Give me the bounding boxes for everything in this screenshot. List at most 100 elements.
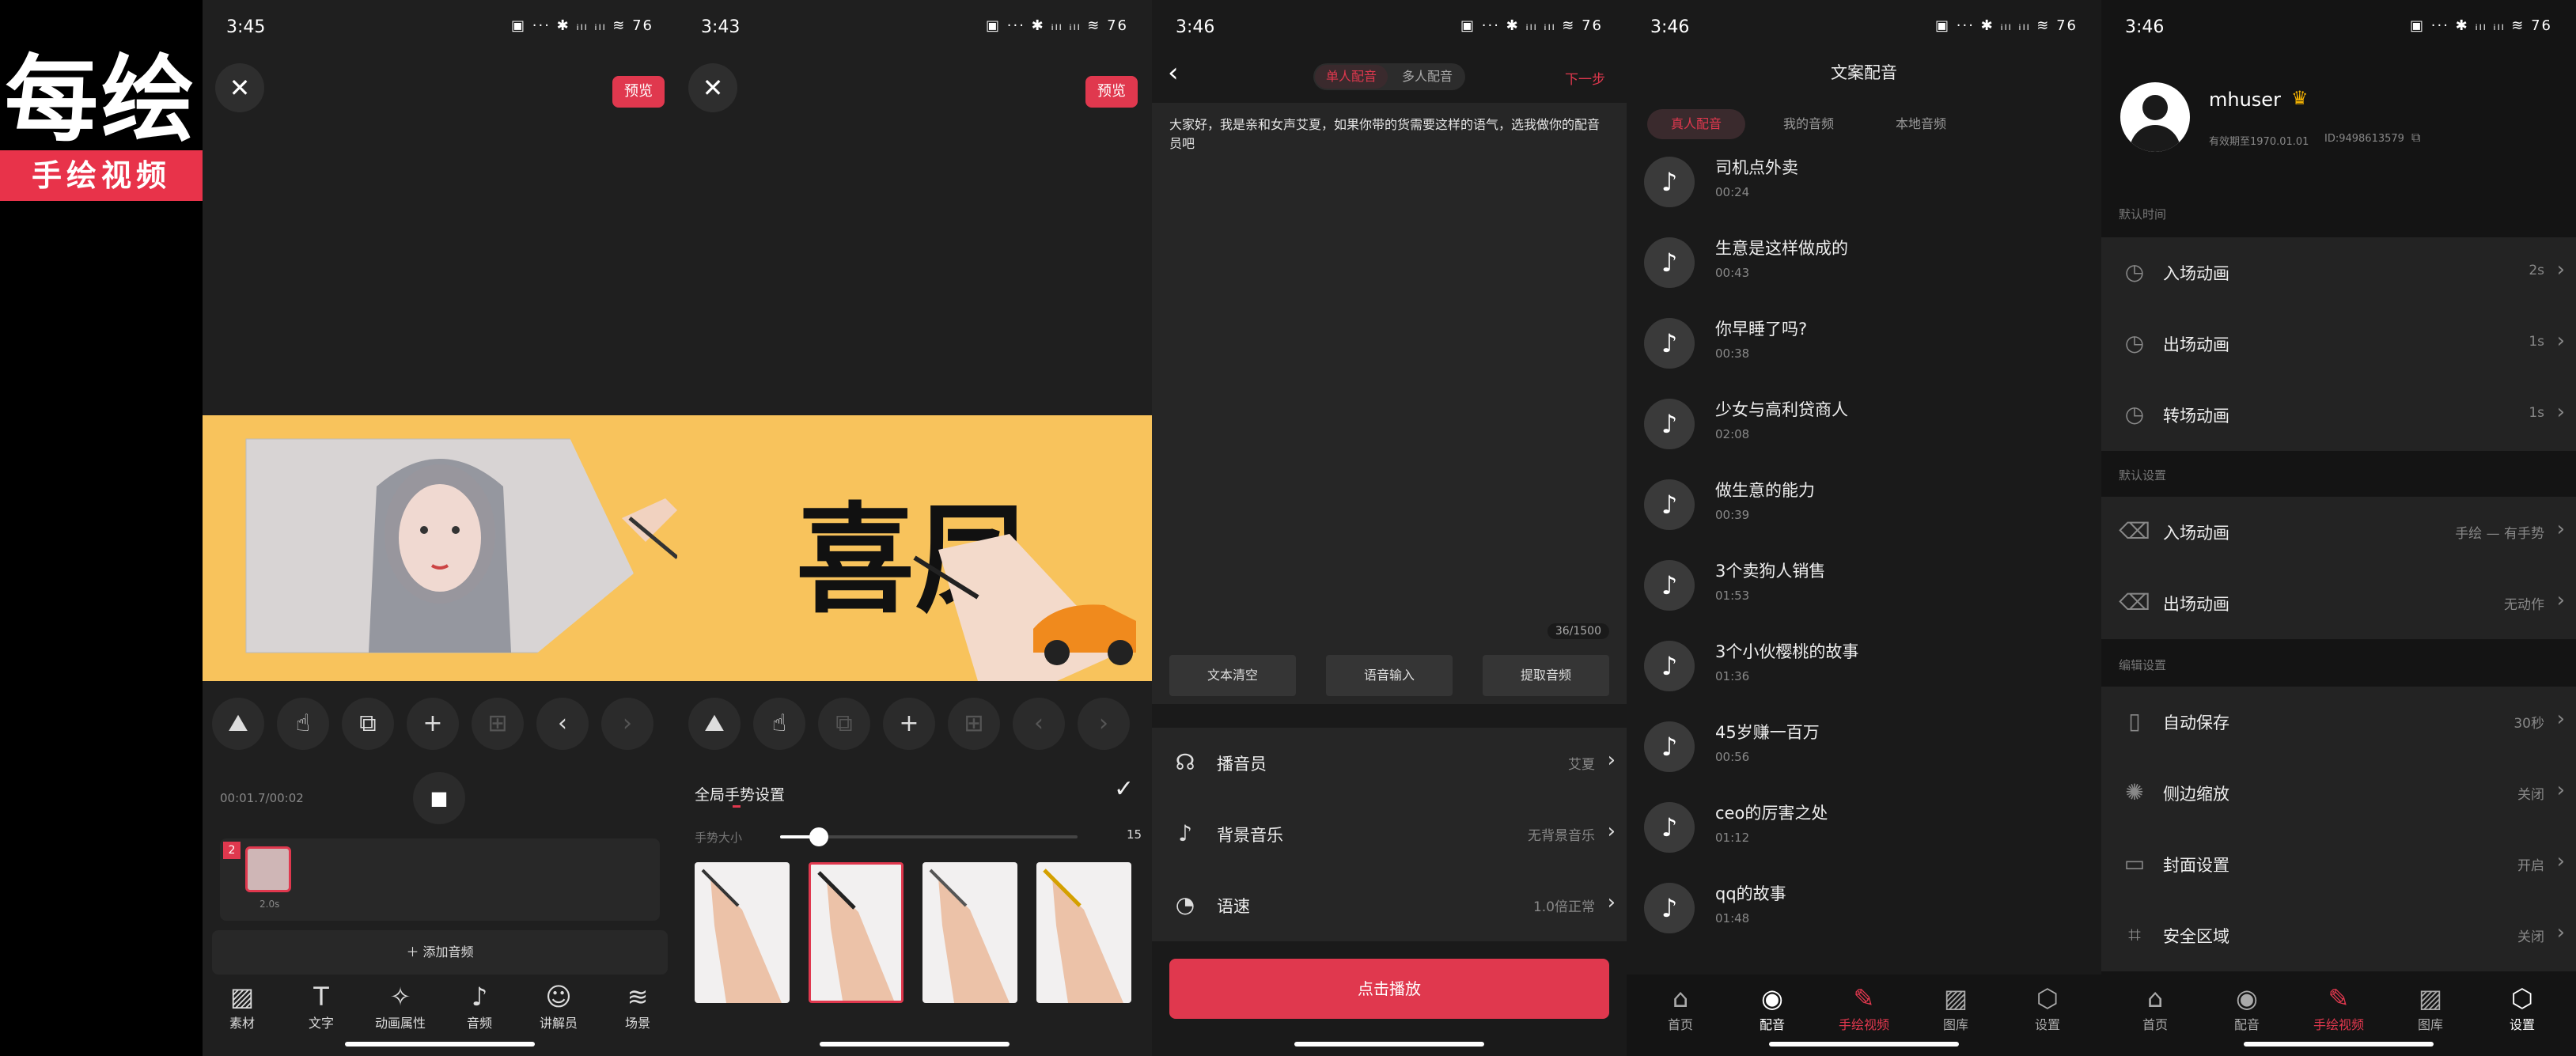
nav-home[interactable]: ⌂ 首页 [1635,982,1726,1033]
gesture-option-1[interactable] [695,862,790,1003]
nav-gallery[interactable]: ▨ 图库 [1910,982,2002,1033]
setting-row[interactable]: ▭ 封面设置 开启 › [2101,829,2576,900]
script-editor[interactable]: 大家好，我是亲和女声艾夏，如果你带的货需要这样的语气，选我做你的配音员吧 36/… [1152,103,1627,704]
extract-audio-button[interactable]: 提取音频 [1483,655,1609,696]
preview-button[interactable]: 预览 [1085,76,1138,108]
tab-narrator[interactable]: ☺ 讲解员 [519,981,598,1031]
setting-row[interactable]: ▯ 自动保存 30秒 › [2101,687,2576,758]
gesture-option-4[interactable] [1036,862,1131,1003]
crown-icon: ♛ [2291,87,2309,109]
nav-label: 手绘视频 [2313,1017,2364,1032]
nav-hand-drawn[interactable]: ✎ 手绘视频 [1818,982,1910,1033]
gesture-option-2-selected[interactable] [809,862,903,1003]
duplicate-icon[interactable]: ⊞ [472,698,524,750]
nav-dubbing[interactable]: ◉ 配音 [1726,982,1818,1033]
setting-row[interactable]: ◷ 转场动画 1s › [2101,380,2576,451]
item-duration: 01:48 [1715,911,1750,925]
next-button[interactable]: 下一步 [1565,68,1605,88]
setting-row[interactable]: ◷ 入场动画 2s › [2101,237,2576,308]
tab-animation[interactable]: ✧ 动画属性 [361,981,440,1031]
music-note-icon: ♪ [1644,479,1695,530]
char-count: 36/1500 [1547,623,1609,639]
setting-row[interactable]: ◷ 出场动画 1s › [2101,308,2576,380]
add-icon[interactable]: + [883,698,935,750]
confirm-icon[interactable]: ✓ [1114,775,1134,803]
nav-gallery[interactable]: ▨ 图库 [2385,982,2476,1033]
hand-icon [701,869,782,1003]
hand-icon[interactable]: ☝ [753,698,805,750]
setting-row[interactable]: ✺ 侧边缩放 关闭 › [2101,758,2576,829]
setting-label: 自动保存 [2163,713,2229,732]
tab-local-audio[interactable]: 本地音频 [1872,109,1970,139]
tab-my-audio[interactable]: 我的音频 [1760,109,1858,139]
redo-icon[interactable]: › [1078,698,1130,750]
tab-multi[interactable]: 多人配音 [1391,65,1464,89]
stop-icon[interactable]: ■ [413,772,465,824]
undo-icon[interactable]: ‹ [1013,698,1065,750]
setting-value: 艾夏 [1568,757,1595,773]
list-item[interactable]: ♪ 你早睡了吗? 00:38 [1644,308,2087,380]
setting-row[interactable]: ⌫ 入场动画 手绘 — 有手势 › [2101,497,2576,568]
nav-dubbing[interactable]: ◉ 配音 [2201,982,2293,1033]
undo-icon[interactable]: ‹ [536,698,589,750]
hand-icon[interactable]: ☝ [277,698,329,750]
play-button[interactable]: 点击播放 [1169,959,1609,1019]
setting-speed[interactable]: ◔ 语速 1.0倍正常 › [1152,870,1627,941]
tab-text[interactable]: T 文字 [282,981,361,1031]
list-item[interactable]: ♪ 少女与高利贷商人 02:08 [1644,389,2087,460]
headphones-icon: ☊ [1175,749,1195,775]
slider-handle[interactable] [809,827,828,846]
list-item[interactable]: ♪ ceo的厉害之处 01:12 [1644,793,2087,864]
redo-icon[interactable]: › [601,698,653,750]
tab-single[interactable]: 单人配音 [1315,65,1388,89]
tab-material[interactable]: ▨ 素材 [203,981,282,1031]
tab-label: 讲解员 [539,1016,578,1031]
duplicate-icon[interactable]: ⊞ [948,698,1000,750]
setting-value: 2s [2529,263,2544,278]
list-item[interactable]: ♪ 3个卖狗人销售 01:53 [1644,551,2087,622]
nav-hand-drawn[interactable]: ✎ 手绘视频 [2293,982,2385,1033]
list-item[interactable]: ♪ 生意是这样做成的 00:43 [1644,228,2087,299]
status-time: 3:46 [1650,17,1690,37]
close-icon[interactable]: ✕ [688,63,737,112]
list-item[interactable]: ♪ 司机点外卖 00:24 [1644,147,2087,218]
list-item[interactable]: ♪ 做生意的能力 00:39 [1644,470,2087,541]
list-item[interactable]: ♪ 45岁赚一百万 00:56 [1644,712,2087,783]
setting-row[interactable]: ⌗ 安全区域 关闭 › [2101,900,2576,971]
avatar[interactable] [2120,82,2190,152]
tab-real-voice[interactable]: 真人配音 [1647,109,1745,139]
nav-label: 图库 [2417,1017,2443,1032]
copy-icon[interactable]: ⧉ [2411,130,2420,146]
tab-audio[interactable]: ♪ 音频 [440,981,519,1031]
voice-input-button[interactable]: 语音输入 [1326,655,1453,696]
setting-announcer[interactable]: ☊ 播音员 艾夏 › [1152,728,1627,799]
gesture-option-3[interactable] [922,862,1017,1003]
nav-settings[interactable]: ⬡ 设置 [2476,982,2568,1033]
copy-icon[interactable]: ⧉ [818,698,870,750]
music-note-icon: ♪ [1644,802,1695,853]
clip-thumbnail[interactable] [245,846,291,892]
add-audio-button[interactable]: ＋ 添加音频 [212,930,668,975]
gallery-icon: ▨ [2418,983,2443,1013]
setting-row[interactable]: ⌫ 出场动画 无动作 › [2101,568,2576,639]
add-icon[interactable]: + [407,698,459,750]
gesture-size-slider[interactable] [780,827,1078,846]
tab-label: 音频 [466,1016,492,1031]
copy-icon[interactable]: ⧉ [342,698,394,750]
tab-scene[interactable]: ≋ 场景 [598,981,677,1031]
nav-settings[interactable]: ⬡ 设置 [2002,982,2093,1033]
nav-home[interactable]: ⌂ 首页 [2109,982,2201,1033]
clear-text-button[interactable]: 文本清空 [1169,655,1296,696]
setting-label: 播音员 [1217,755,1267,774]
list-item[interactable]: ♪ qq的故事 01:48 [1644,873,2087,944]
setting-bgm[interactable]: ♪ 背景音乐 无背景音乐 › [1152,799,1627,870]
mountain-icon[interactable]: ⛰ [688,698,741,750]
mountain-icon[interactable]: ⛰ [212,698,264,750]
list-item[interactable]: ♪ 3个小伙樱桃的故事 01:36 [1644,631,2087,702]
preview-button[interactable]: 预览 [612,76,665,108]
item-duration: 00:38 [1715,346,1750,361]
back-icon[interactable]: ‹ [1168,57,1179,89]
sketch-icon: ✎ [1853,983,1875,1013]
close-icon[interactable]: ✕ [215,63,264,112]
plus-icon: ＋ [406,944,423,959]
